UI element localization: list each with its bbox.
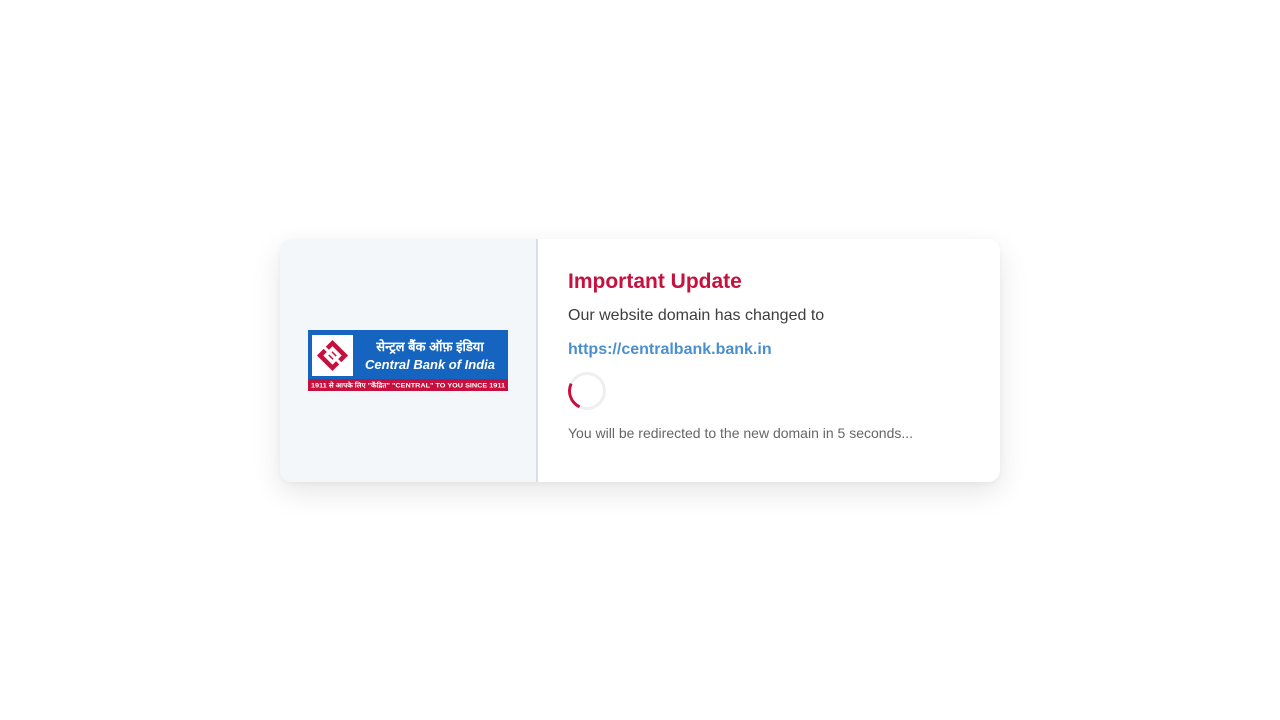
loading-spinner-icon <box>562 366 612 416</box>
logo-tagline: 1911 से आपके लिए "केंद्रित" "CENTRAL" TO… <box>311 382 505 390</box>
loading-spinner-wrap <box>562 366 612 416</box>
redirect-countdown-text: You will be redirected to the new domain… <box>568 425 914 441</box>
logo-english-text: Central Bank of India <box>365 357 495 372</box>
notice-message: Our website domain has changed to <box>568 307 825 324</box>
notice-title: Important Update <box>568 270 742 293</box>
central-bank-of-india-logo: सेन्ट्रल बैंक ऑफ़ इंडिया Central Bank of… <box>308 330 508 391</box>
logo-hindi-text: सेन्ट्रल बैंक ऑफ़ इंडिया <box>375 339 484 355</box>
new-domain-link[interactable]: https://centralbank.bank.in <box>568 340 772 360</box>
logo-panel: सेन्ट्रल बैंक ऑफ़ इंडिया Central Bank of… <box>280 239 538 482</box>
notice-content: Important Update Our website domain has … <box>538 239 1000 482</box>
redirect-card: सेन्ट्रल बैंक ऑफ़ इंडिया Central Bank of… <box>280 239 1000 482</box>
